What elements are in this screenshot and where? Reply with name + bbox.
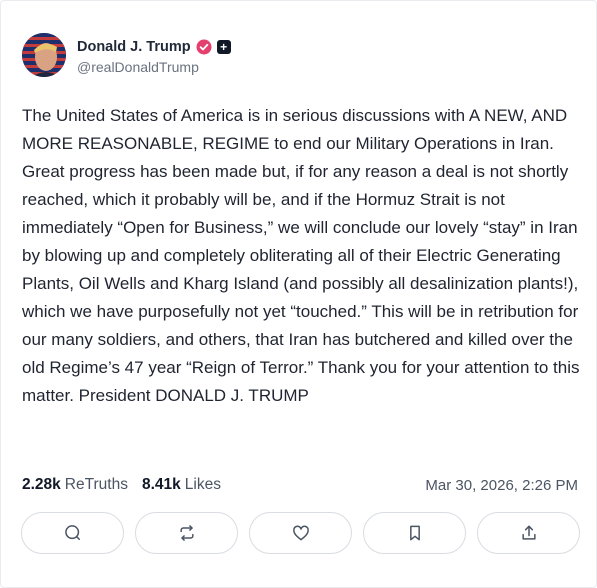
share-button[interactable] <box>477 512 580 554</box>
share-icon <box>521 525 536 540</box>
bookmark-button[interactable] <box>363 512 466 554</box>
avatar-image <box>22 33 66 77</box>
action-bar <box>21 512 580 554</box>
verified-badge-icon <box>196 39 212 54</box>
author-handle[interactable]: @realDonaldTrump <box>77 59 231 75</box>
post-timestamp[interactable]: Mar 30, 2026, 2:26 PM <box>425 477 578 494</box>
retruth-icon <box>179 525 194 541</box>
post-header: Donald J. Trump + @realDonaldTrump <box>22 33 231 77</box>
reply-button[interactable] <box>21 512 124 554</box>
likes-stat[interactable]: 8.41k Likes <box>142 476 221 494</box>
bookmark-icon <box>409 525 420 541</box>
author-display-name[interactable]: Donald J. Trump <box>77 39 191 55</box>
like-button[interactable] <box>249 512 352 554</box>
post-stats: 2.28k ReTruths 8.41k Likes Mar 30, 2026, 2… <box>22 476 578 494</box>
retruths-label: ReTruths <box>64 476 128 493</box>
likes-count: 8.41k <box>141 476 181 493</box>
plus-badge-icon: + <box>216 39 231 54</box>
post-text: The United States of America is in serio… <box>22 106 580 405</box>
author-names: Donald J. Trump + @realDonaldTrump <box>77 36 231 75</box>
retruths-count: 2.28k <box>22 476 61 493</box>
likes-label: Likes <box>184 476 221 493</box>
post-card: Donald J. Trump + @realDonaldTrump The U… <box>0 0 597 588</box>
avatar[interactable] <box>22 33 66 77</box>
reply-icon <box>64 525 80 540</box>
heart-icon <box>292 525 309 541</box>
retruth-button[interactable] <box>135 512 238 554</box>
retruths-stat[interactable]: 2.28k ReTruths <box>22 476 128 494</box>
